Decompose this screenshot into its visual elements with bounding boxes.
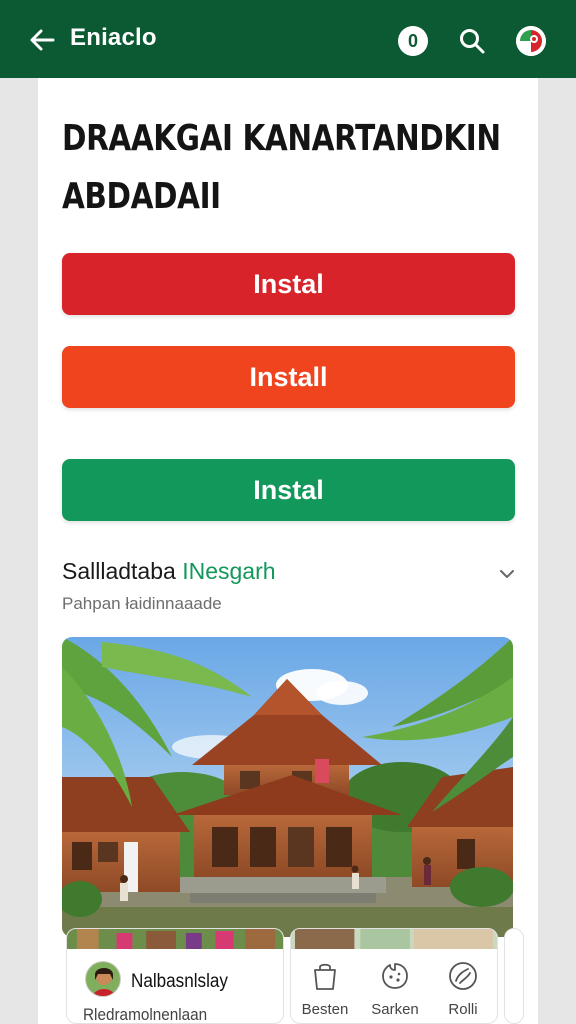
textile-strip-image xyxy=(67,929,283,949)
search-icon[interactable] xyxy=(458,27,486,55)
action-sarken-label: Sarken xyxy=(371,1001,419,1018)
section-title-plain: Sallladtaba xyxy=(62,558,183,584)
chevron-down-icon[interactable] xyxy=(497,564,517,584)
photo-strip-image xyxy=(291,929,497,949)
profile-name: Nalbasnlslay xyxy=(131,971,228,992)
cookie-icon xyxy=(382,963,408,989)
action-besten[interactable]: Besten xyxy=(293,959,357,1018)
notification-badge[interactable]: 0 xyxy=(398,26,428,56)
install-button-orange[interactable]: Install xyxy=(62,346,515,408)
swirl-icon xyxy=(449,962,477,990)
section-title-accent: INesgarh xyxy=(182,558,276,584)
actions-card: Besten Sarken Rolli xyxy=(290,928,498,1024)
page-title: Eniaclo xyxy=(70,24,157,51)
headline: DRAAKGAI KANARTANDKIN ABDADAII xyxy=(62,110,501,226)
back-arrow-icon[interactable] xyxy=(28,26,56,54)
action-rolli-label: Rolli xyxy=(448,1001,478,1018)
profile-card[interactable]: Nalbasnlslay Rledramolnenlaan xyxy=(66,928,284,1024)
action-besten-label: Besten xyxy=(301,1001,349,1018)
village-house-photo[interactable] xyxy=(62,637,513,937)
action-rolli[interactable]: Rolli xyxy=(431,959,495,1018)
section-subtitle: Pahpan łaidinnaaade xyxy=(62,594,222,613)
profile-avatar-icon[interactable] xyxy=(516,26,546,56)
headline-line-2: ABDADAII xyxy=(62,176,221,217)
install-button-green[interactable]: Instal xyxy=(62,459,515,521)
bag-icon xyxy=(314,963,336,990)
top-app-bar: Eniaclo 0 xyxy=(0,0,576,78)
install-button-red[interactable]: Instal xyxy=(62,253,515,315)
profile-subtitle: Rledramolnenlaan xyxy=(83,1005,208,1024)
user-avatar xyxy=(85,961,121,997)
right-gutter xyxy=(538,78,576,1024)
left-gutter xyxy=(0,78,38,1024)
next-card-peek[interactable] xyxy=(504,928,524,1024)
action-sarken[interactable]: Sarken xyxy=(363,959,427,1018)
section-title[interactable]: Sallladtaba INesgarh xyxy=(62,558,276,585)
bottom-panel: Nalbasnlslay Rledramolnenlaan Besten Sar… xyxy=(66,928,524,1024)
headline-line-1: DRAAKGAI KANARTANDKIN xyxy=(62,118,501,159)
